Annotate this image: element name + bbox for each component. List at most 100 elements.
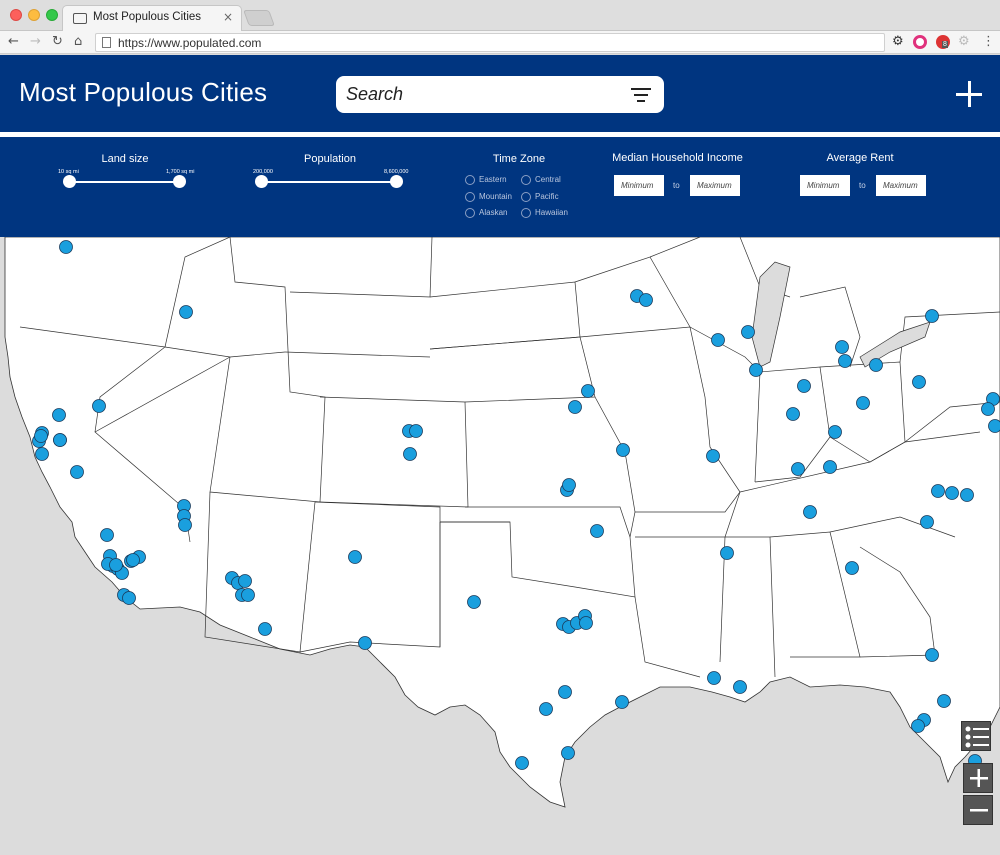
city-marker[interactable]	[920, 515, 934, 529]
city-marker[interactable]	[35, 447, 49, 461]
extension-eye-icon[interactable]	[913, 35, 927, 49]
city-marker[interactable]	[741, 325, 755, 339]
legend-list-button[interactable]	[961, 721, 991, 751]
city-marker[interactable]	[925, 648, 939, 662]
city-marker[interactable]	[579, 616, 593, 630]
radio-pacific[interactable]	[521, 192, 531, 202]
city-marker[interactable]	[539, 702, 553, 716]
radio-hawaiian[interactable]	[521, 208, 531, 218]
city-marker[interactable]	[828, 425, 842, 439]
median-income-max-input[interactable]: Maximum	[690, 175, 740, 196]
city-marker[interactable]	[53, 433, 67, 447]
city-marker[interactable]	[59, 240, 73, 254]
city-marker[interactable]	[52, 408, 66, 422]
city-marker[interactable]	[797, 379, 811, 393]
land-size-min-handle[interactable]	[63, 175, 76, 188]
population-slider[interactable]	[262, 181, 397, 183]
city-marker[interactable]	[835, 340, 849, 354]
city-marker[interactable]	[988, 419, 1000, 433]
minimize-window-button[interactable]	[28, 9, 40, 21]
city-marker[interactable]	[178, 518, 192, 532]
city-marker[interactable]	[258, 622, 272, 636]
city-marker[interactable]	[869, 358, 883, 372]
city-marker[interactable]	[845, 561, 859, 575]
city-marker[interactable]	[960, 488, 974, 502]
city-marker[interactable]	[562, 478, 576, 492]
city-marker[interactable]	[179, 305, 193, 319]
radio-alaskan[interactable]	[465, 208, 475, 218]
city-marker[interactable]	[911, 719, 925, 733]
city-marker[interactable]	[945, 486, 959, 500]
city-marker[interactable]	[786, 407, 800, 421]
radio-eastern[interactable]	[465, 175, 475, 185]
city-marker[interactable]	[706, 449, 720, 463]
land-size-slider[interactable]	[70, 181, 180, 183]
city-marker[interactable]	[707, 671, 721, 685]
city-marker[interactable]	[856, 396, 870, 410]
reload-icon[interactable]: ↻	[52, 34, 63, 49]
maximize-window-button[interactable]	[46, 9, 58, 21]
city-marker[interactable]	[791, 462, 805, 476]
new-tab-button[interactable]	[243, 10, 275, 26]
search-box[interactable]	[336, 76, 664, 113]
url-text[interactable]: https://www.populated.com	[118, 36, 261, 50]
city-marker[interactable]	[126, 553, 140, 567]
city-marker[interactable]	[590, 524, 604, 538]
us-map[interactable]	[0, 237, 1000, 855]
home-icon[interactable]: ⌂	[74, 34, 82, 49]
city-marker[interactable]	[109, 558, 123, 572]
city-marker[interactable]	[92, 399, 106, 413]
city-marker[interactable]	[711, 333, 725, 347]
city-marker[interactable]	[515, 756, 529, 770]
city-marker[interactable]	[558, 685, 572, 699]
filter-icon[interactable]	[630, 88, 652, 102]
city-marker[interactable]	[403, 447, 417, 461]
address-bar[interactable]: https://www.populated.com	[95, 33, 885, 52]
city-marker[interactable]	[568, 400, 582, 414]
city-marker[interactable]	[70, 465, 84, 479]
forward-icon[interactable]: →	[30, 34, 41, 49]
land-size-max-handle[interactable]	[173, 175, 186, 188]
city-marker[interactable]	[561, 746, 575, 760]
city-marker[interactable]	[581, 384, 595, 398]
add-city-button[interactable]	[956, 81, 982, 107]
radio-central[interactable]	[521, 175, 531, 185]
city-marker[interactable]	[467, 595, 481, 609]
city-marker[interactable]	[733, 680, 747, 694]
city-marker[interactable]	[749, 363, 763, 377]
browser-tab[interactable]: Most Populous Cities ×	[62, 5, 242, 32]
city-marker[interactable]	[931, 484, 945, 498]
city-marker[interactable]	[348, 550, 362, 564]
menu-icon[interactable]: ⋮	[982, 34, 995, 49]
puzzle-icon[interactable]: ⚙	[958, 34, 970, 49]
zoom-out-button[interactable]	[963, 795, 993, 825]
city-marker[interactable]	[925, 309, 939, 323]
city-marker[interactable]	[912, 375, 926, 389]
city-marker[interactable]	[937, 694, 951, 708]
city-marker[interactable]	[615, 695, 629, 709]
back-icon[interactable]: ←	[8, 34, 19, 49]
search-input[interactable]	[346, 82, 616, 106]
radio-mountain[interactable]	[465, 192, 475, 202]
extension-badge-icon[interactable]: 8	[936, 35, 950, 49]
city-marker[interactable]	[241, 588, 255, 602]
city-marker[interactable]	[823, 460, 837, 474]
map-svg[interactable]	[0, 237, 1000, 855]
city-marker[interactable]	[639, 293, 653, 307]
city-marker[interactable]	[803, 505, 817, 519]
city-marker[interactable]	[720, 546, 734, 560]
close-window-button[interactable]	[10, 9, 22, 21]
population-max-handle[interactable]	[390, 175, 403, 188]
city-marker[interactable]	[409, 424, 423, 438]
zoom-in-button[interactable]	[963, 763, 993, 793]
average-rent-min-input[interactable]: Minimum	[800, 175, 850, 196]
city-marker[interactable]	[358, 636, 372, 650]
city-marker[interactable]	[981, 402, 995, 416]
settings-gear-icon[interactable]: ⚙	[892, 34, 904, 49]
population-min-handle[interactable]	[255, 175, 268, 188]
city-marker[interactable]	[838, 354, 852, 368]
city-marker[interactable]	[238, 574, 252, 588]
median-income-min-input[interactable]: Minimum	[614, 175, 664, 196]
average-rent-max-input[interactable]: Maximum	[876, 175, 926, 196]
tab-close-icon[interactable]: ×	[223, 10, 233, 24]
